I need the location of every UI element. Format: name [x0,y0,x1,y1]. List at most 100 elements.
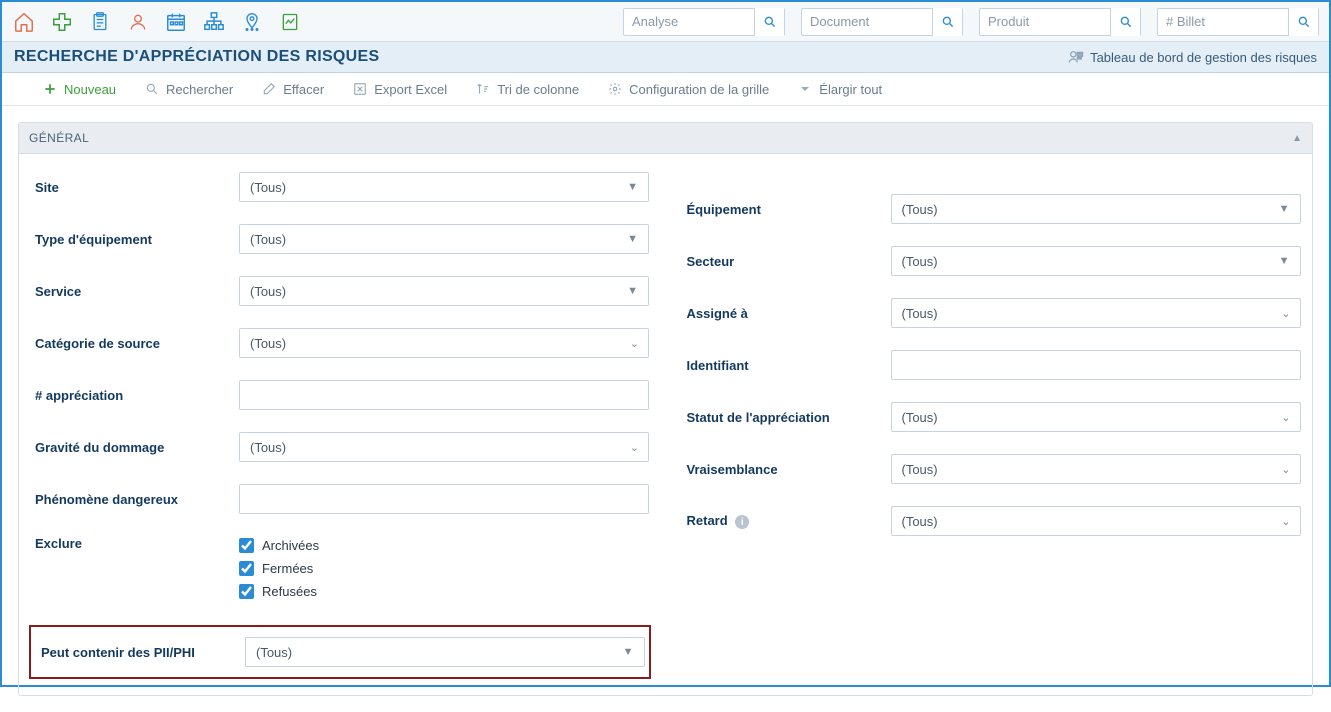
user-icon[interactable] [126,10,150,34]
search-document [801,8,963,36]
collapse-icon[interactable]: ▲ [1292,133,1302,144]
nav-icon-row [12,10,302,34]
nouveau-button[interactable]: Nouveau [42,81,116,97]
phenomene-label: Phénomène dangereux [29,492,239,507]
eraser-icon [261,81,277,97]
refusees-input[interactable] [239,584,254,599]
search-document-input[interactable] [802,9,932,35]
equipement-value: (Tous) [902,202,938,217]
exclure-fermees-checkbox[interactable]: Fermées [239,561,649,576]
gravite-label: Gravité du dommage [29,440,239,455]
search-produit-input[interactable] [980,9,1110,35]
location-icon[interactable] [240,10,264,34]
refusees-label: Refusées [262,584,317,599]
tri-colonne-button[interactable]: Tri de colonne [475,81,579,97]
dashboard-link[interactable]: Tableau de bord de gestion des risques [1068,49,1317,65]
site-dropdown[interactable]: (Tous) ▼ [239,172,649,202]
search-analyse-button[interactable] [754,8,784,36]
search-group [615,8,1319,36]
rechercher-button[interactable]: Rechercher [144,81,233,97]
search-document-button[interactable] [932,8,962,36]
site-label: Site [29,180,239,195]
config-label: Configuration de la grille [629,82,769,97]
pii-value: (Tous) [256,645,292,660]
assigne-label: Assigné à [681,306,891,321]
rechercher-label: Rechercher [166,82,233,97]
content-area: GÉNÉRAL ▲ Site (Tous) ▼ [2,106,1329,712]
type-equip-label: Type d'équipement [29,232,239,247]
info-icon[interactable]: i [735,515,749,529]
chevron-down-icon: ▼ [627,181,638,193]
phenomene-input[interactable] [239,484,649,514]
search-produit-button[interactable] [1110,8,1140,36]
assigne-select[interactable]: (Tous) [891,298,1301,328]
search-billet-button[interactable] [1288,8,1318,36]
statut-select[interactable]: (Tous) [891,402,1301,432]
gear-icon [607,81,623,97]
general-panel: GÉNÉRAL ▲ Site (Tous) ▼ [18,122,1313,696]
service-dropdown[interactable]: (Tous) ▼ [239,276,649,306]
report-icon[interactable] [278,10,302,34]
vraisemblance-select[interactable]: (Tous) [891,454,1301,484]
general-panel-header[interactable]: GÉNÉRAL ▲ [19,123,1312,154]
chevron-down-icon: ▼ [1279,255,1290,267]
elargir-label: Élargir tout [819,82,882,97]
pii-dropdown[interactable]: (Tous) ▼ [245,637,645,667]
secteur-dropdown[interactable]: (Tous) ▼ [891,246,1301,276]
plus-icon [42,81,58,97]
org-chart-icon[interactable] [202,10,226,34]
exclure-refusees-checkbox[interactable]: Refusées [239,584,649,599]
cat-source-label: Catégorie de source [29,336,239,351]
calendar-icon[interactable] [164,10,188,34]
secteur-value: (Tous) [902,254,938,269]
search-analyse-input[interactable] [624,9,754,35]
search-billet-input[interactable] [1158,9,1288,35]
page-title: RECHERCHE D'APPRÉCIATION DES RISQUES [14,48,379,66]
num-apprec-input[interactable] [239,380,649,410]
exclure-archivees-checkbox[interactable]: Archivées [239,538,649,553]
equipement-label: Équipement [681,202,891,217]
tri-label: Tri de colonne [497,82,579,97]
identifiant-input[interactable] [891,350,1301,380]
search-billet [1157,8,1319,36]
export-excel-button[interactable]: Export Excel [352,81,447,97]
exclure-label: Exclure [29,536,239,551]
cat-source-select[interactable]: (Tous) [239,328,649,358]
identifiant-label: Identifiant [681,358,891,373]
equipement-dropdown[interactable]: (Tous) ▼ [891,194,1301,224]
type-equip-dropdown[interactable]: (Tous) ▼ [239,224,649,254]
effacer-label: Effacer [283,82,324,97]
config-grille-button[interactable]: Configuration de la grille [607,81,769,97]
service-label: Service [29,284,239,299]
type-equip-value: (Tous) [250,232,286,247]
retard-select[interactable]: (Tous) [891,506,1301,536]
service-value: (Tous) [250,284,286,299]
title-bar: RECHERCHE D'APPRÉCIATION DES RISQUES Tab… [2,42,1329,73]
archivees-input[interactable] [239,538,254,553]
fermees-label: Fermées [262,561,313,576]
right-column: Équipement (Tous) ▼ Secteur (Tous [681,172,1303,685]
pii-highlight: Peut contenir des PII/PHI (Tous) ▼ [29,625,651,679]
fermees-input[interactable] [239,561,254,576]
clipboard-icon[interactable] [88,10,112,34]
chevron-down-icon [797,81,813,97]
home-icon[interactable] [12,10,36,34]
retard-label: Retard i [681,513,891,530]
pii-label: Peut contenir des PII/PHI [35,645,245,660]
effacer-button[interactable]: Effacer [261,81,324,97]
plus-icon[interactable] [50,10,74,34]
chevron-down-icon: ▼ [623,646,634,658]
gravite-select[interactable]: (Tous) [239,432,649,462]
search-produit [979,8,1141,36]
chevron-down-icon: ▼ [627,233,638,245]
general-panel-body: Site (Tous) ▼ Type d'équipement ( [19,154,1312,695]
chevron-down-icon: ▼ [1279,203,1290,215]
dashboard-link-label: Tableau de bord de gestion des risques [1090,50,1317,65]
left-column: Site (Tous) ▼ Type d'équipement ( [29,172,651,685]
site-value: (Tous) [250,180,286,195]
nouveau-label: Nouveau [64,82,116,97]
secteur-label: Secteur [681,254,891,269]
num-apprec-label: # appréciation [29,388,239,403]
elargir-button[interactable]: Élargir tout [797,81,882,97]
statut-label: Statut de l'appréciation [681,410,891,425]
